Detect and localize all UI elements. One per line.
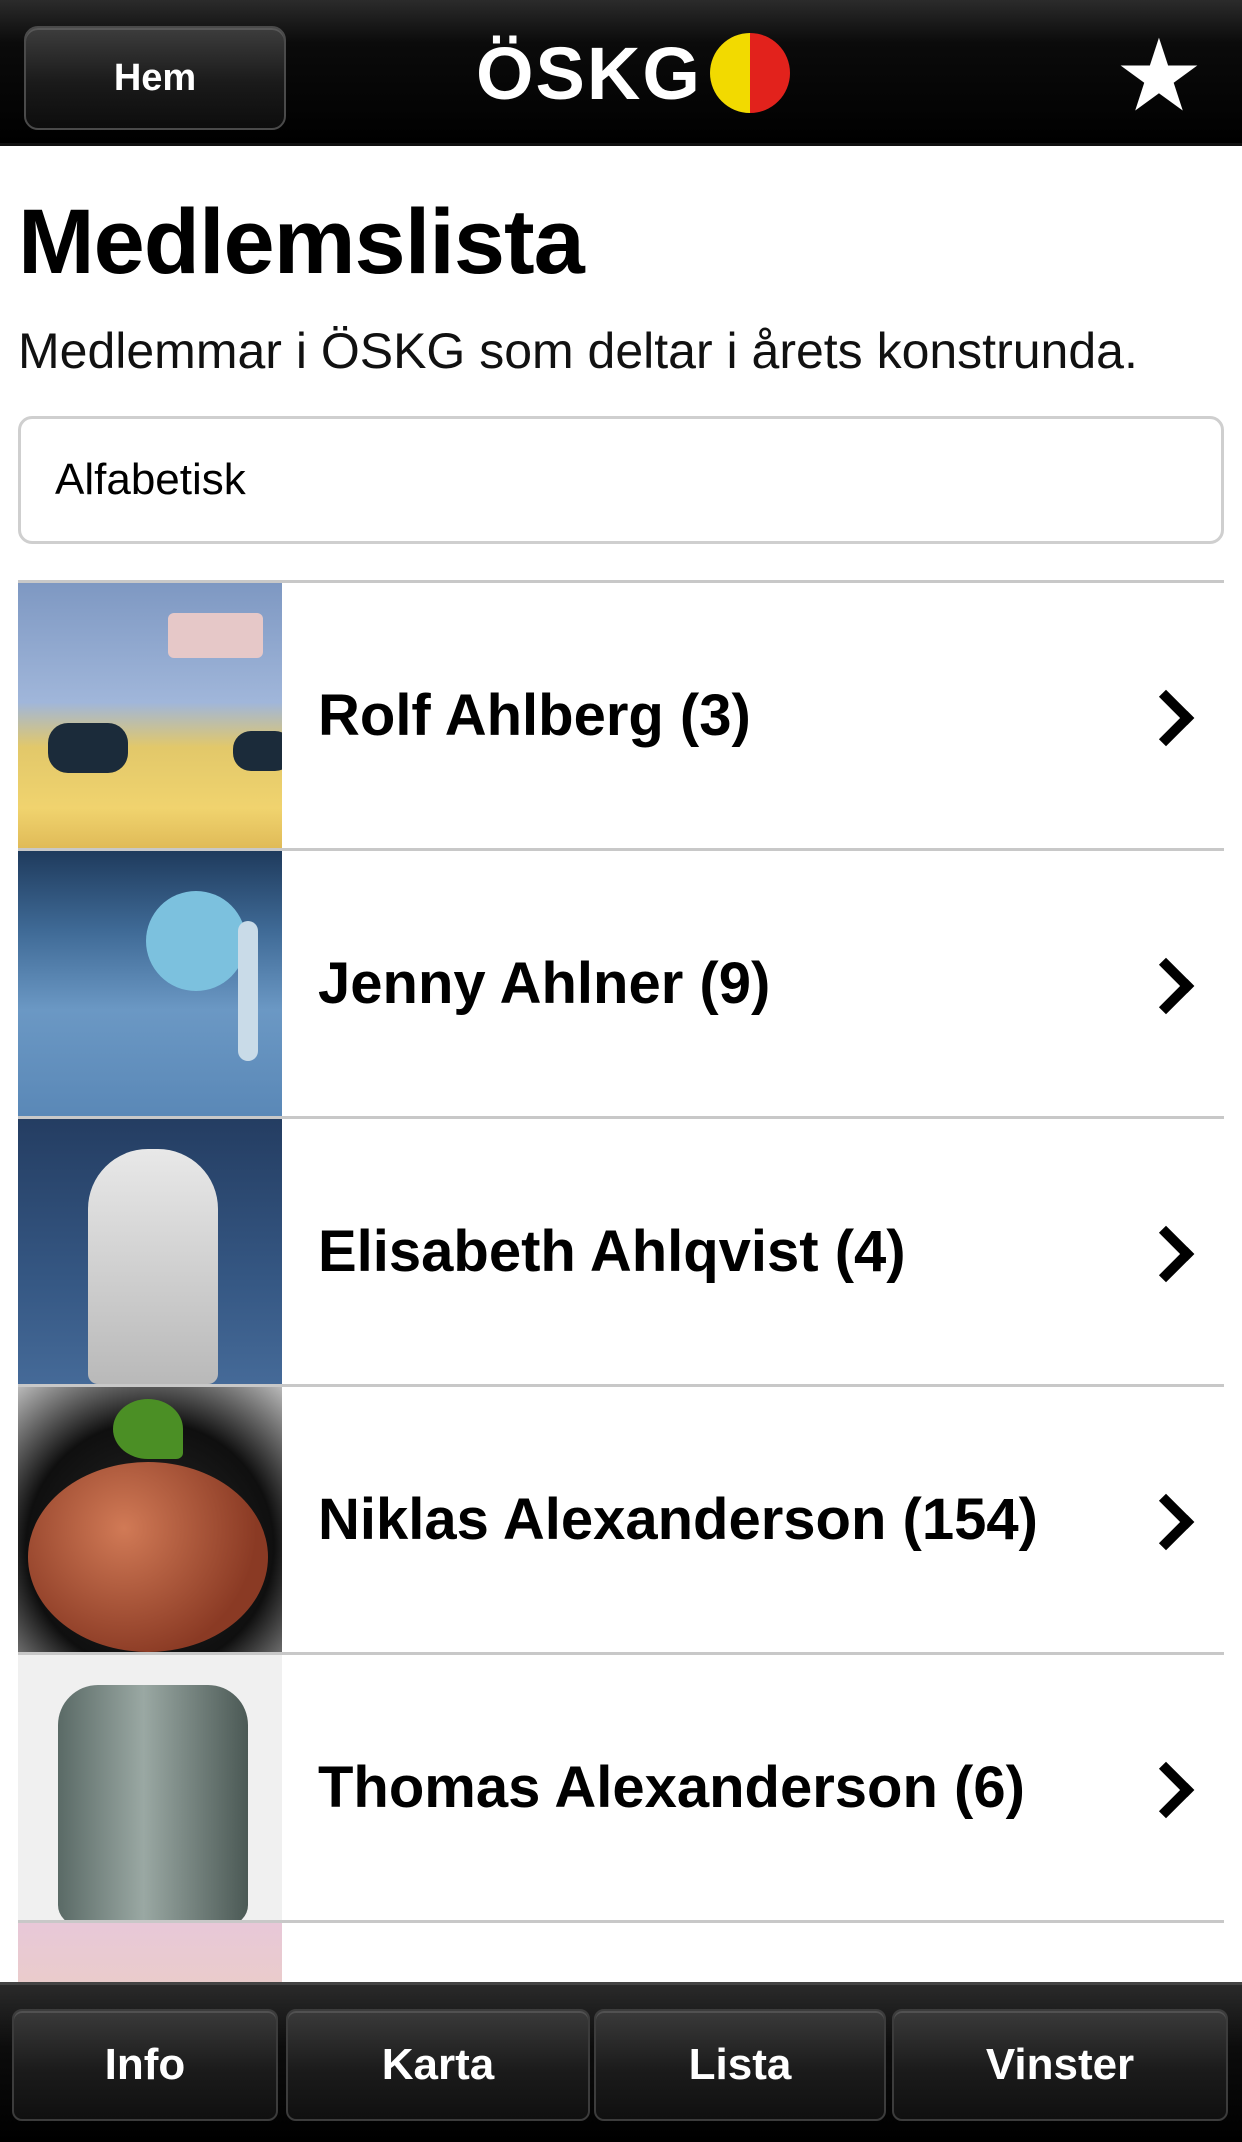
sort-order-value: Alfabetisk bbox=[55, 455, 246, 504]
artwork-thumbnail bbox=[18, 1119, 282, 1384]
list-item[interactable] bbox=[18, 1923, 1224, 1982]
artwork-thumbnail bbox=[18, 1387, 282, 1652]
artwork-thumbnail bbox=[18, 851, 282, 1116]
tab-info[interactable]: Info bbox=[12, 2009, 278, 2121]
logo-color-dot bbox=[709, 33, 790, 113]
chevron-right-icon bbox=[1138, 954, 1198, 1014]
chevron-right-icon bbox=[1138, 1758, 1198, 1818]
member-name: Jenny Ahlner (9) bbox=[318, 951, 771, 1016]
home-button[interactable]: Hem bbox=[24, 26, 286, 130]
list-item[interactable]: Jenny Ahlner (9) bbox=[18, 851, 1224, 1119]
chevron-right-icon bbox=[1138, 686, 1198, 746]
tab-lista[interactable]: Lista bbox=[594, 2009, 886, 2121]
tab-karta[interactable]: Karta bbox=[286, 2009, 590, 2121]
list-item[interactable]: Niklas Alexanderson (154) bbox=[18, 1387, 1224, 1655]
logo-text: ÖSKG bbox=[476, 31, 702, 115]
member-name: Thomas Alexanderson (6) bbox=[318, 1755, 1025, 1820]
list-item[interactable]: Rolf Ahlberg (3) bbox=[18, 583, 1224, 851]
bottom-tab-bar: Info Karta Lista Vinster bbox=[0, 1982, 1242, 2142]
tab-vinster[interactable]: Vinster bbox=[892, 2009, 1228, 2121]
app-logo: ÖSKG bbox=[476, 28, 790, 118]
member-name: Rolf Ahlberg (3) bbox=[318, 683, 751, 748]
artwork-thumbnail bbox=[18, 1655, 282, 1920]
page-title: Medlemslista bbox=[18, 191, 585, 293]
sort-order-select[interactable]: Alfabetisk bbox=[18, 416, 1224, 544]
member-list: Rolf Ahlberg (3) Jenny Ahlner (9) Elisab… bbox=[18, 580, 1224, 1982]
top-navigation-bar: Hem ÖSKG ★ bbox=[0, 0, 1242, 146]
artwork-thumbnail bbox=[18, 1923, 282, 1982]
page-subtitle: Medlemmar i ÖSKG som deltar i årets kons… bbox=[18, 323, 1138, 379]
list-item[interactable]: Thomas Alexanderson (6) bbox=[18, 1655, 1224, 1923]
member-name: Niklas Alexanderson (154) bbox=[318, 1487, 1038, 1552]
chevron-right-icon bbox=[1138, 1222, 1198, 1282]
artwork-thumbnail bbox=[18, 583, 282, 848]
member-name: Elisabeth Ahlqvist (4) bbox=[318, 1219, 906, 1284]
chevron-right-icon bbox=[1138, 1490, 1198, 1550]
star-icon[interactable]: ★ bbox=[1114, 26, 1204, 126]
list-item[interactable]: Elisabeth Ahlqvist (4) bbox=[18, 1119, 1224, 1387]
